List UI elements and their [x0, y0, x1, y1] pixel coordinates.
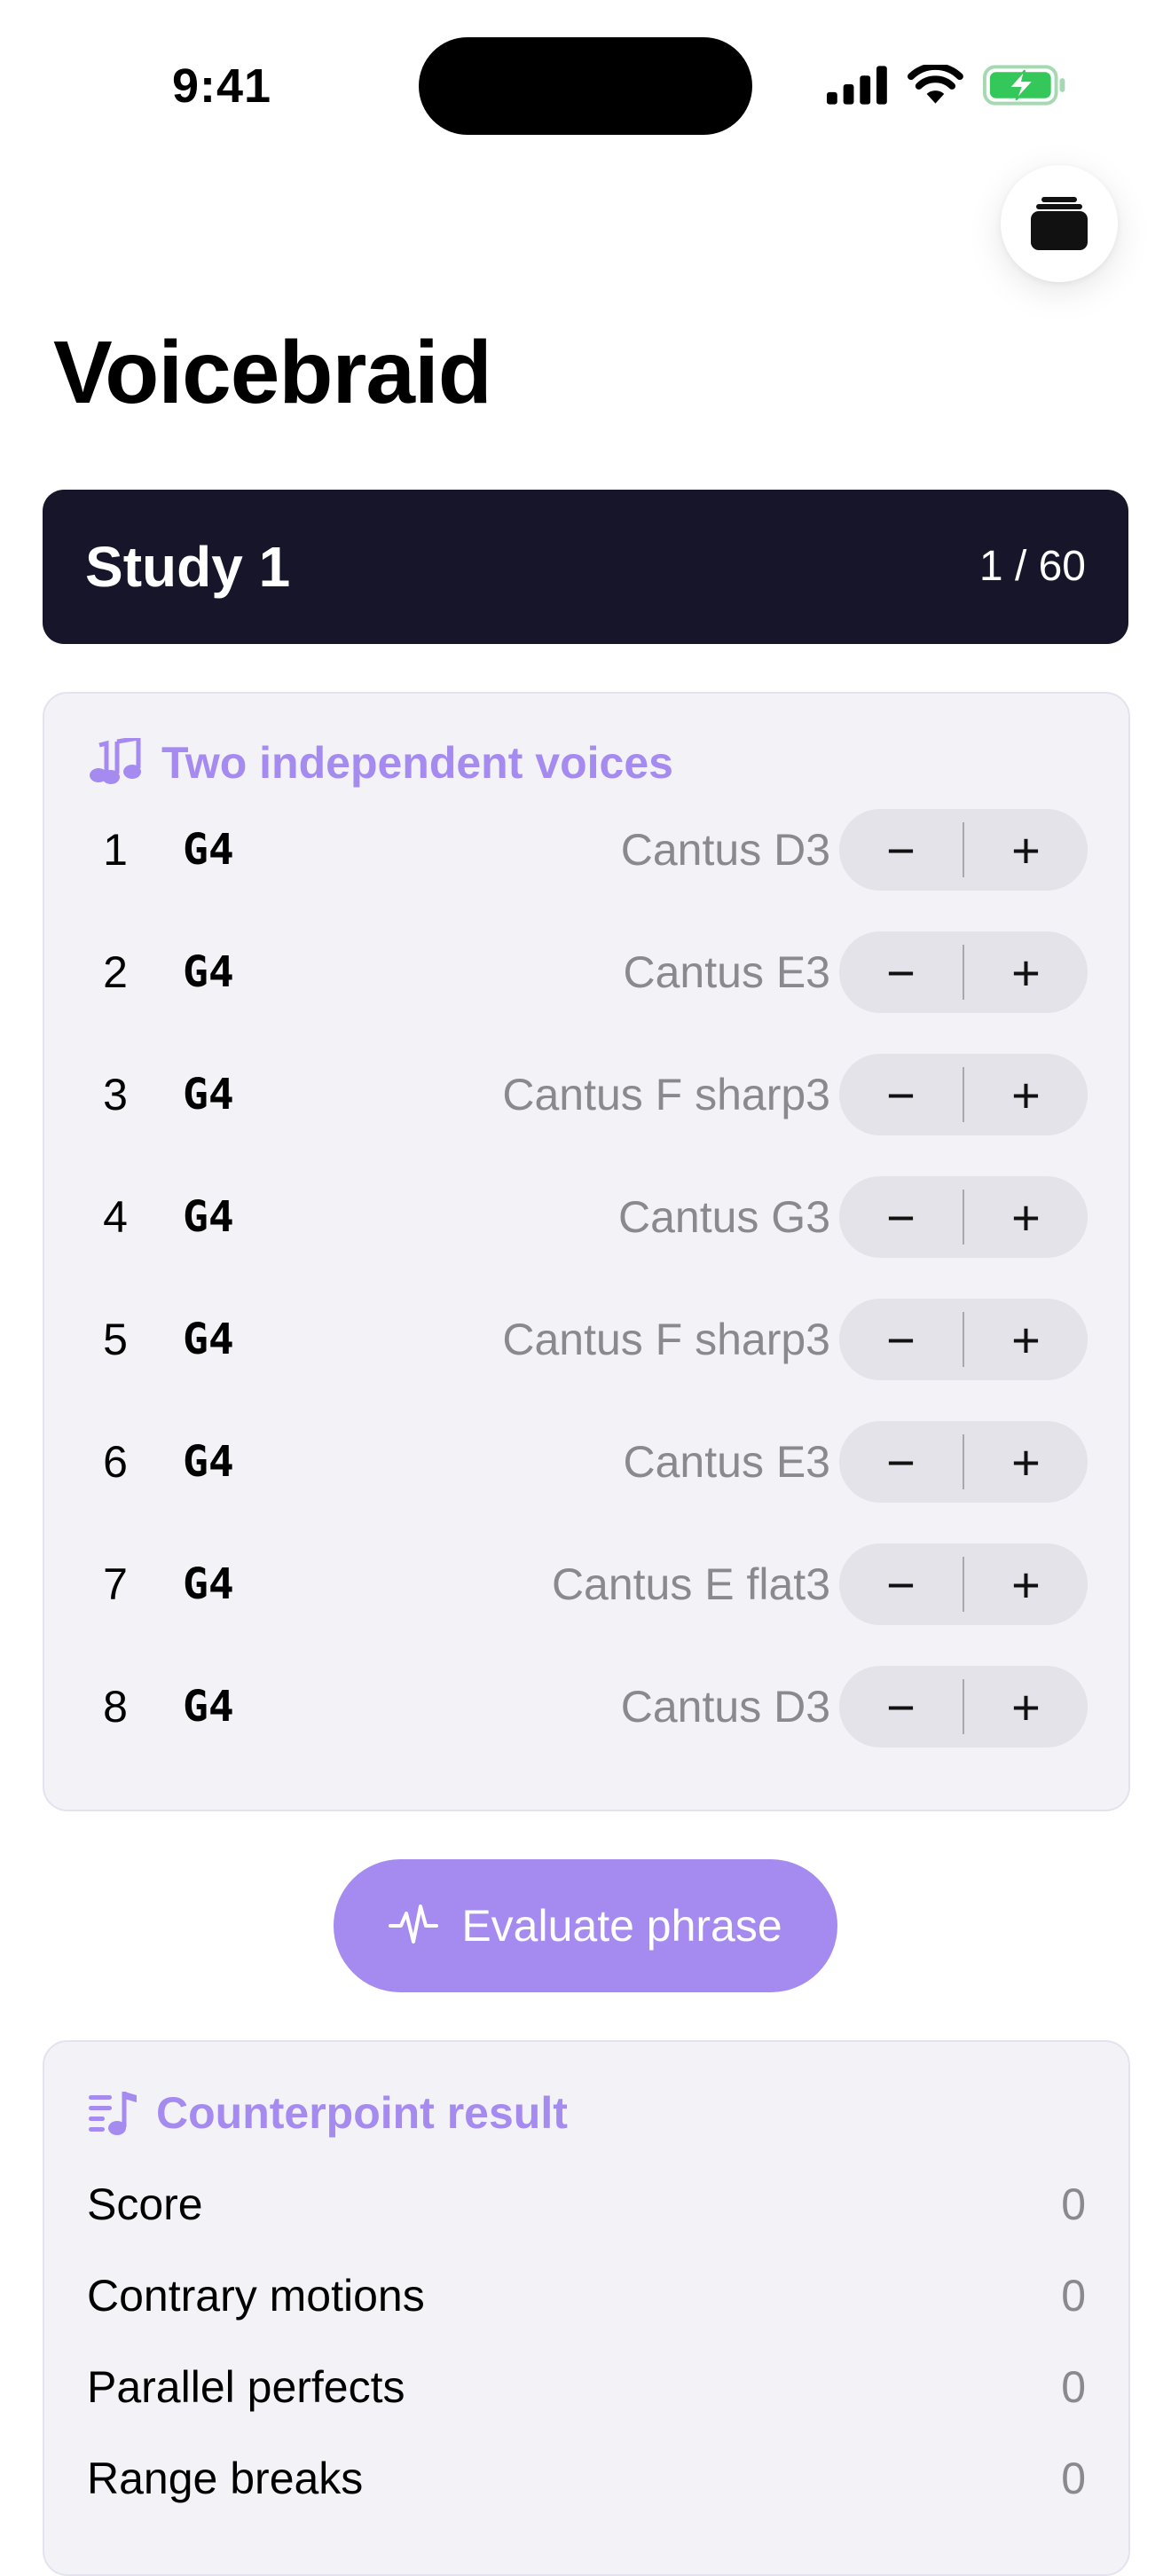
- voice-note: G4: [183, 1070, 234, 1119]
- voice-row: 5 G4 Cantus F sharp3 − +: [44, 1295, 1128, 1384]
- study-count: 1 / 60: [978, 543, 1086, 590]
- result-label: Parallel perfects: [87, 2362, 405, 2412]
- dynamic-island: [419, 37, 752, 135]
- voice-number: 1: [103, 825, 128, 875]
- result-row-range-breaks: Range breaks 0: [87, 2439, 1086, 2518]
- voice-number: 8: [103, 1682, 128, 1732]
- decrement-button[interactable]: −: [839, 1421, 963, 1503]
- voice-row: 2 G4 Cantus E3 − +: [44, 928, 1128, 1017]
- voice-cantus: Cantus D3: [620, 825, 830, 875]
- increment-button[interactable]: +: [964, 1666, 1088, 1747]
- voice-row: 4 G4 Cantus G3 − +: [44, 1173, 1128, 1261]
- wifi-icon: [907, 65, 963, 104]
- voice-cantus: Cantus E3: [623, 947, 830, 997]
- voice-cantus: Cantus F sharp3: [502, 1070, 830, 1119]
- voice-number: 6: [103, 1437, 128, 1487]
- music-notes-icon: [90, 738, 141, 784]
- status-time: 9:41: [171, 59, 272, 113]
- increment-button[interactable]: +: [964, 1421, 1088, 1503]
- voice-number: 5: [103, 1315, 128, 1364]
- voice-number: 4: [103, 1192, 128, 1242]
- increment-button[interactable]: +: [964, 931, 1088, 1013]
- voices-card: Two independent voices 1 G4 Cantus D3 − …: [43, 692, 1130, 1811]
- stack-button[interactable]: [1001, 165, 1118, 282]
- voice-cantus: Cantus D3: [620, 1682, 830, 1732]
- result-label: Contrary motions: [87, 2271, 425, 2321]
- voice-note: G4: [183, 1437, 234, 1487]
- note-stepper: − +: [839, 931, 1088, 1013]
- increment-button[interactable]: +: [964, 809, 1088, 891]
- evaluate-phrase-label: Evaluate phrase: [461, 1901, 782, 1951]
- page-title: Voicebraid: [53, 323, 492, 422]
- voice-number: 3: [103, 1070, 128, 1119]
- evaluate-phrase-button[interactable]: Evaluate phrase: [334, 1859, 837, 1992]
- decrement-button[interactable]: −: [839, 1666, 963, 1747]
- music-list-icon: [89, 2092, 137, 2135]
- note-stepper: − +: [839, 1054, 1088, 1135]
- voice-number: 7: [103, 1559, 128, 1609]
- voice-row: 7 G4 Cantus E flat3 − +: [44, 1540, 1128, 1629]
- decrement-button[interactable]: −: [839, 1054, 963, 1135]
- increment-button[interactable]: +: [964, 1054, 1088, 1135]
- note-stepper: − +: [839, 1176, 1088, 1258]
- voice-row: 3 G4 Cantus F sharp3 − +: [44, 1050, 1128, 1139]
- decrement-button[interactable]: −: [839, 1543, 963, 1625]
- voice-cantus: Cantus E flat3: [551, 1559, 830, 1609]
- increment-button[interactable]: +: [964, 1543, 1088, 1625]
- decrement-button[interactable]: −: [839, 1299, 963, 1380]
- battery-charging-icon: [982, 65, 1065, 106]
- waveform-icon: [389, 1905, 439, 1944]
- note-stepper: − +: [839, 1666, 1088, 1747]
- voices-card-header: Two independent voices: [87, 727, 673, 798]
- voice-note: G4: [183, 1315, 234, 1364]
- decrement-button[interactable]: −: [839, 809, 963, 891]
- note-stepper: − +: [839, 1543, 1088, 1625]
- result-value: 0: [1061, 2271, 1086, 2321]
- increment-button[interactable]: +: [964, 1299, 1088, 1380]
- result-card-title: Counterpoint result: [156, 2088, 568, 2138]
- note-stepper: − +: [839, 809, 1088, 891]
- stack-icon: [1031, 197, 1088, 250]
- result-value: 0: [1061, 2179, 1086, 2229]
- voice-row: 6 G4 Cantus E3 − +: [44, 1418, 1128, 1506]
- result-card-header: Counterpoint result: [87, 2077, 568, 2148]
- voice-cantus: Cantus E3: [623, 1437, 830, 1487]
- decrement-button[interactable]: −: [839, 931, 963, 1013]
- result-row-parallel-perfects: Parallel perfects 0: [87, 2347, 1086, 2427]
- result-row-score: Score 0: [87, 2164, 1086, 2244]
- voice-row: 1 G4 Cantus D3 − +: [44, 805, 1128, 894]
- voice-note: G4: [183, 1682, 234, 1732]
- status-icons: [827, 60, 1066, 110]
- voices-card-title: Two independent voices: [161, 738, 673, 788]
- increment-button[interactable]: +: [964, 1176, 1088, 1258]
- voice-note: G4: [183, 1559, 234, 1609]
- study-banner: Study 1 1 / 60: [43, 490, 1128, 644]
- result-value: 0: [1061, 2362, 1086, 2412]
- voice-cantus: Cantus G3: [617, 1192, 830, 1242]
- note-stepper: − +: [839, 1421, 1088, 1503]
- voice-cantus: Cantus F sharp3: [502, 1315, 830, 1364]
- cellular-signal-icon: [827, 66, 887, 105]
- voice-note: G4: [183, 1192, 234, 1242]
- voice-note: G4: [183, 825, 234, 875]
- voice-number: 2: [103, 947, 128, 997]
- result-value: 0: [1061, 2454, 1086, 2503]
- result-card: Counterpoint result Score 0 Contrary mot…: [43, 2040, 1130, 2576]
- voice-row: 8 G4 Cantus D3 − +: [44, 1662, 1128, 1751]
- result-label: Score: [87, 2179, 203, 2229]
- study-title: Study 1: [85, 535, 291, 599]
- voice-note: G4: [183, 947, 234, 997]
- result-row-contrary-motions: Contrary motions 0: [87, 2256, 1086, 2336]
- decrement-button[interactable]: −: [839, 1176, 963, 1258]
- note-stepper: − +: [839, 1299, 1088, 1380]
- result-label: Range breaks: [87, 2454, 364, 2503]
